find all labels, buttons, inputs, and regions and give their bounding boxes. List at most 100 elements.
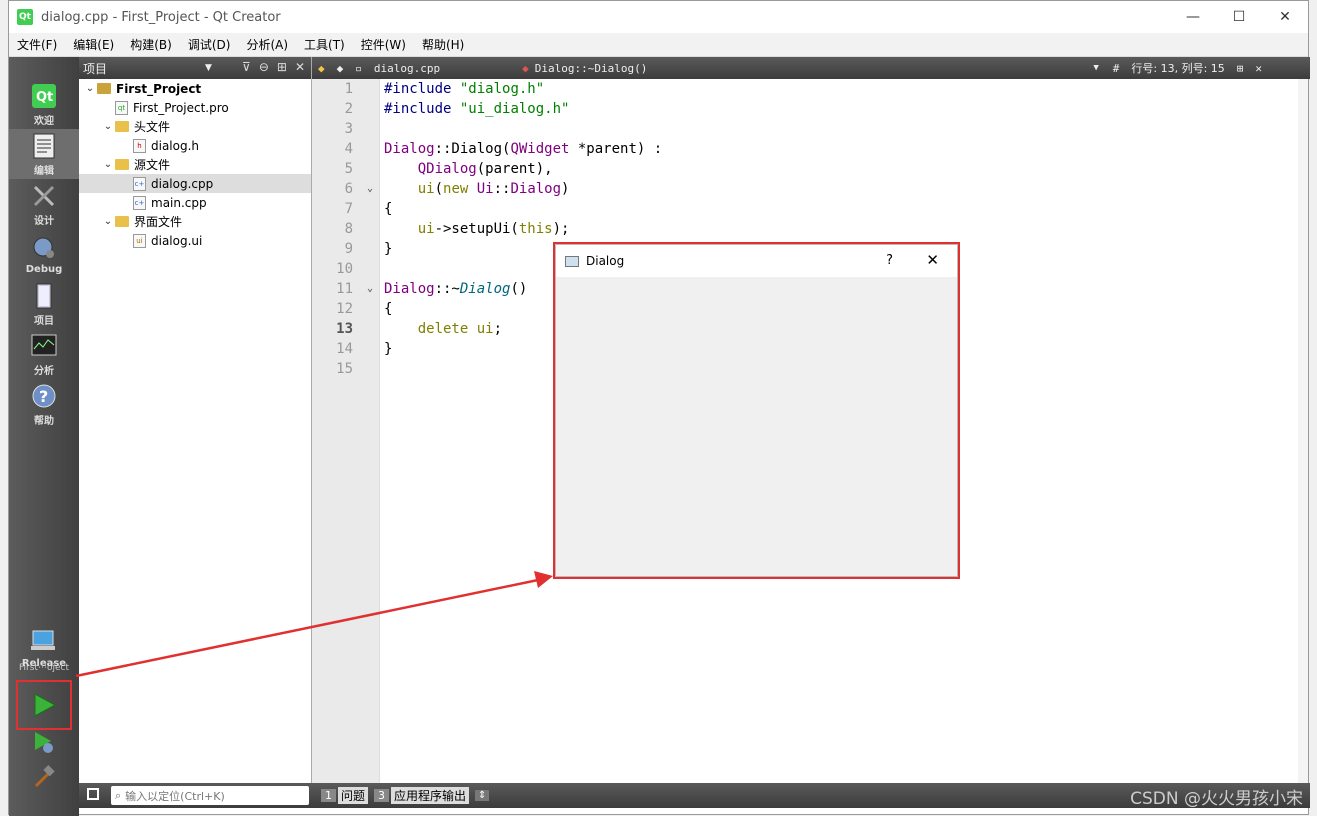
tree-item-main-cpp[interactable]: c+ main.cpp: [79, 193, 311, 212]
menu-help[interactable]: 帮助(H): [414, 36, 472, 53]
project-pane-header: 项目 ▼ ⊽ ⊖ ⊞ ✕: [79, 57, 311, 79]
svg-text:?: ?: [39, 387, 48, 406]
mode-projects[interactable]: 项目: [9, 279, 79, 329]
minimize-button[interactable]: —: [1170, 1, 1216, 33]
forward-arrow-icon[interactable]: ◆: [331, 62, 350, 75]
hammer-icon: [30, 763, 58, 791]
expand-arrow-icon[interactable]: ⌄: [101, 216, 115, 227]
symbol-icon: ◆: [522, 61, 529, 75]
split-icon[interactable]: ⊞: [277, 60, 287, 74]
menu-edit[interactable]: 编辑(E): [65, 36, 122, 53]
editor-symbol[interactable]: Dialog::~Dialog(): [535, 62, 648, 75]
line-number: 6 ⌄: [344, 179, 373, 199]
dialog-title: Dialog: [586, 254, 625, 268]
symbol-dropdown-icon[interactable]: ▼: [1093, 63, 1098, 73]
tree-item-sources[interactable]: ⌄ 源文件: [79, 155, 311, 174]
tree-item-label: dialog.cpp: [151, 176, 214, 191]
cursor-position: 行号: 13, 列号: 15: [1131, 62, 1225, 75]
mode-design[interactable]: 设计: [9, 179, 79, 229]
tree-item-headers[interactable]: ⌄ 头文件: [79, 117, 311, 136]
tree-item-label: main.cpp: [151, 195, 207, 210]
filter-icon[interactable]: ⊽: [242, 60, 251, 74]
menu-analyze[interactable]: 分析(A): [238, 36, 296, 53]
tree-item-project[interactable]: ⌄ First_Project: [79, 79, 311, 98]
project-pane: 项目 ▼ ⊽ ⊖ ⊞ ✕ ⌄ First_Project qt First_Pr…: [79, 57, 312, 783]
maximize-button[interactable]: ☐: [1216, 1, 1262, 33]
code-line: Dialog::Dialog(QWidget *parent) :: [384, 141, 663, 157]
computer-icon: [30, 628, 58, 656]
mode-label: 欢迎: [34, 115, 54, 127]
tree-item-label: 源文件: [134, 158, 171, 172]
mode-debug[interactable]: Debug: [9, 229, 79, 279]
project-tree: ⌄ First_Project qt First_Project.pro ⌄ 头…: [79, 79, 311, 250]
fold-arrow-icon[interactable]: ⌄: [367, 179, 373, 199]
menu-file[interactable]: 文件(F): [9, 36, 65, 53]
editor-scrollbar[interactable]: [1298, 79, 1308, 783]
mode-analyze[interactable]: 分析: [9, 329, 79, 379]
build-button[interactable]: [9, 753, 79, 803]
link-icon[interactable]: ⊖: [259, 60, 269, 74]
tree-item-label: 界面文件: [134, 215, 183, 229]
menu-tools[interactable]: 工具(T): [296, 36, 353, 53]
tree-item-forms[interactable]: ⌄ 界面文件: [79, 212, 311, 231]
menu-widgets[interactable]: 控件(W): [353, 36, 414, 53]
split-editor-icon[interactable]: ⊞: [1231, 62, 1250, 75]
line-number: 9: [344, 241, 353, 257]
menu-build[interactable]: 构建(B): [122, 36, 180, 53]
status-bar: ⌕ 输入以定位(Ctrl+K) 1 问题 3 应用程序输出 ⇕: [79, 783, 1310, 808]
close-button[interactable]: ✕: [1262, 1, 1308, 33]
mode-label: Debug: [25, 263, 63, 275]
dialog-help-button[interactable]: ?: [886, 253, 893, 268]
tab-app-output[interactable]: 3 应用程序输出: [374, 787, 470, 804]
tree-item-pro[interactable]: qt First_Project.pro: [79, 98, 311, 117]
back-arrow-icon[interactable]: ◆: [312, 62, 331, 75]
tree-item-label: dialog.ui: [151, 233, 203, 248]
mode-help[interactable]: ? 帮助: [9, 379, 79, 429]
mode-label: 设计: [34, 215, 54, 227]
expand-arrow-icon[interactable]: ⌄: [83, 83, 97, 94]
line-number-gutter: 1 2 3 4 5 6 ⌄ 7 8 9 10 11 ⌄ 12 13 14 15: [312, 79, 380, 783]
close-editor-icon[interactable]: ✕: [1249, 62, 1268, 75]
locator-input[interactable]: ⌕ 输入以定位(Ctrl+K): [111, 786, 309, 805]
menu-bar: 文件(F) 编辑(E) 构建(B) 调试(D) 分析(A) 工具(T) 控件(W…: [9, 33, 1308, 57]
locator-placeholder: 输入以定位(Ctrl+K): [125, 789, 225, 803]
line-number: 12: [336, 301, 353, 317]
toggle-sidebar-icon[interactable]: [87, 788, 99, 800]
design-icon: [30, 182, 58, 210]
window-title: dialog.cpp - First_Project - Qt Creator: [41, 9, 281, 25]
kit-selector[interactable]: Release: [9, 623, 79, 673]
line-number: 3: [344, 121, 353, 137]
mode-label: 分析: [34, 365, 54, 377]
expand-arrow-icon[interactable]: ⌄: [101, 159, 115, 170]
title-bar: Qt dialog.cpp - First_Project - Qt Creat…: [9, 1, 1308, 33]
fold-arrow-icon[interactable]: ⌄: [367, 279, 373, 299]
output-pane-spinner-icon[interactable]: ⇕: [475, 790, 490, 801]
tab-label: 应用程序输出: [391, 787, 470, 804]
editor-file-name[interactable]: dialog.cpp: [368, 62, 446, 75]
line-number: 8: [344, 221, 353, 237]
form-folder-icon: [115, 216, 129, 227]
help-icon: ?: [30, 382, 58, 410]
tree-item-dialog-h[interactable]: h dialog.h: [79, 136, 311, 155]
cpp-file-icon: c+: [133, 176, 146, 191]
expand-arrow-icon[interactable]: ⌄: [101, 121, 115, 132]
search-icon: ⌕: [115, 788, 122, 802]
hash-icon: #: [1112, 61, 1120, 75]
tab-issues[interactable]: 1 问题: [321, 787, 369, 804]
tree-item-dialog-cpp[interactable]: c+ dialog.cpp: [79, 174, 311, 193]
project-icon: [97, 83, 111, 94]
pane-dropdown-arrow-icon[interactable]: ▼: [205, 63, 212, 73]
close-pane-icon[interactable]: ✕: [295, 60, 305, 74]
svg-text:Qt: Qt: [36, 90, 53, 105]
pro-file-icon: qt: [115, 100, 128, 115]
mode-label: 编辑: [34, 165, 54, 177]
lock-icon: ▫: [355, 61, 362, 75]
menu-debug[interactable]: 调试(D): [180, 36, 239, 53]
tree-item-dialog-ui[interactable]: ui dialog.ui: [79, 231, 311, 250]
code-line: ui->setupUi(this);: [417, 221, 570, 237]
mode-welcome[interactable]: Qt 欢迎: [9, 79, 79, 129]
dialog-close-button[interactable]: ✕: [926, 251, 939, 269]
line-number: 2: [344, 101, 353, 117]
mode-edit[interactable]: 编辑: [9, 129, 79, 179]
build-config-label: Release: [21, 657, 67, 669]
